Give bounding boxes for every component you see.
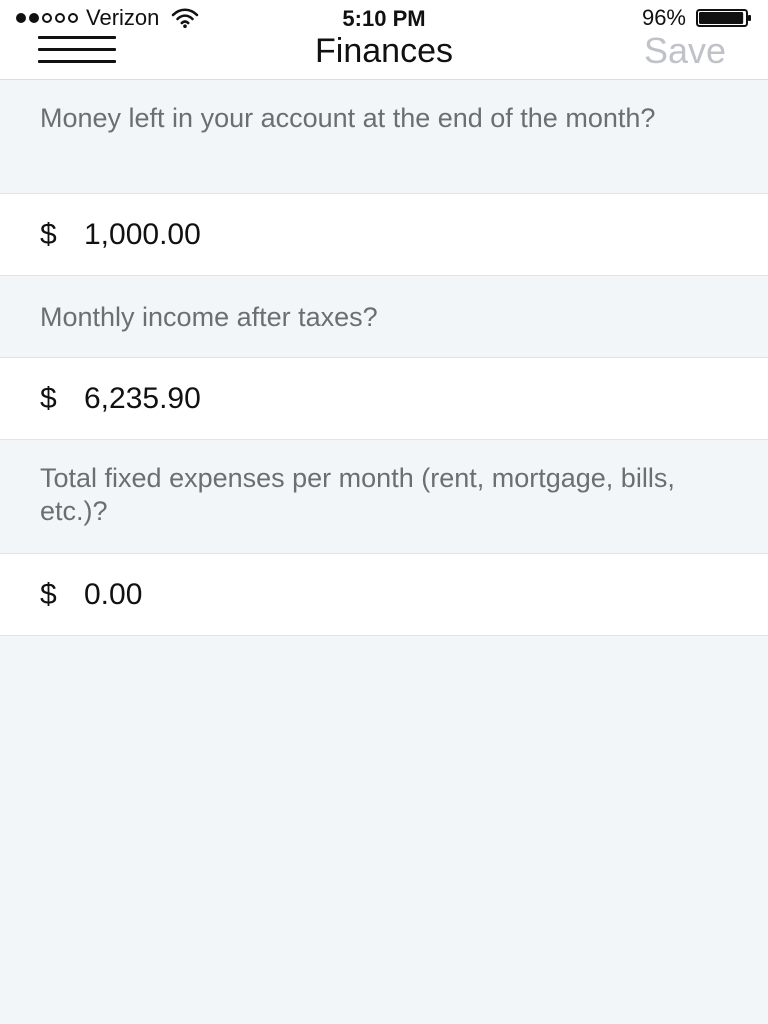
amount-field[interactable]: $ bbox=[0, 554, 768, 636]
currency-symbol: $ bbox=[40, 217, 57, 251]
question-prompt: Monthly income after taxes? bbox=[0, 276, 768, 358]
currency-symbol: $ bbox=[40, 577, 57, 611]
battery-icon bbox=[696, 9, 751, 27]
amount-input[interactable] bbox=[84, 381, 684, 416]
question-prompt: Money left in your account at the end of… bbox=[0, 80, 768, 194]
question-prompt: Total fixed expenses per month (rent, mo… bbox=[0, 440, 768, 554]
amount-field[interactable]: $ bbox=[0, 358, 768, 440]
amount-field[interactable]: $ bbox=[0, 194, 768, 276]
amount-input[interactable] bbox=[84, 577, 684, 612]
top-bar: Verizon 5:10 PM 96% Finances Save bbox=[0, 0, 768, 80]
battery-percent: 96% bbox=[641, 5, 686, 30]
amount-input[interactable] bbox=[84, 217, 684, 252]
currency-symbol: $ bbox=[40, 381, 57, 415]
save-button[interactable]: Save bbox=[644, 30, 726, 72]
status-right: 96% bbox=[641, 5, 752, 30]
finance-form: Money left in your account at the end of… bbox=[0, 80, 768, 636]
